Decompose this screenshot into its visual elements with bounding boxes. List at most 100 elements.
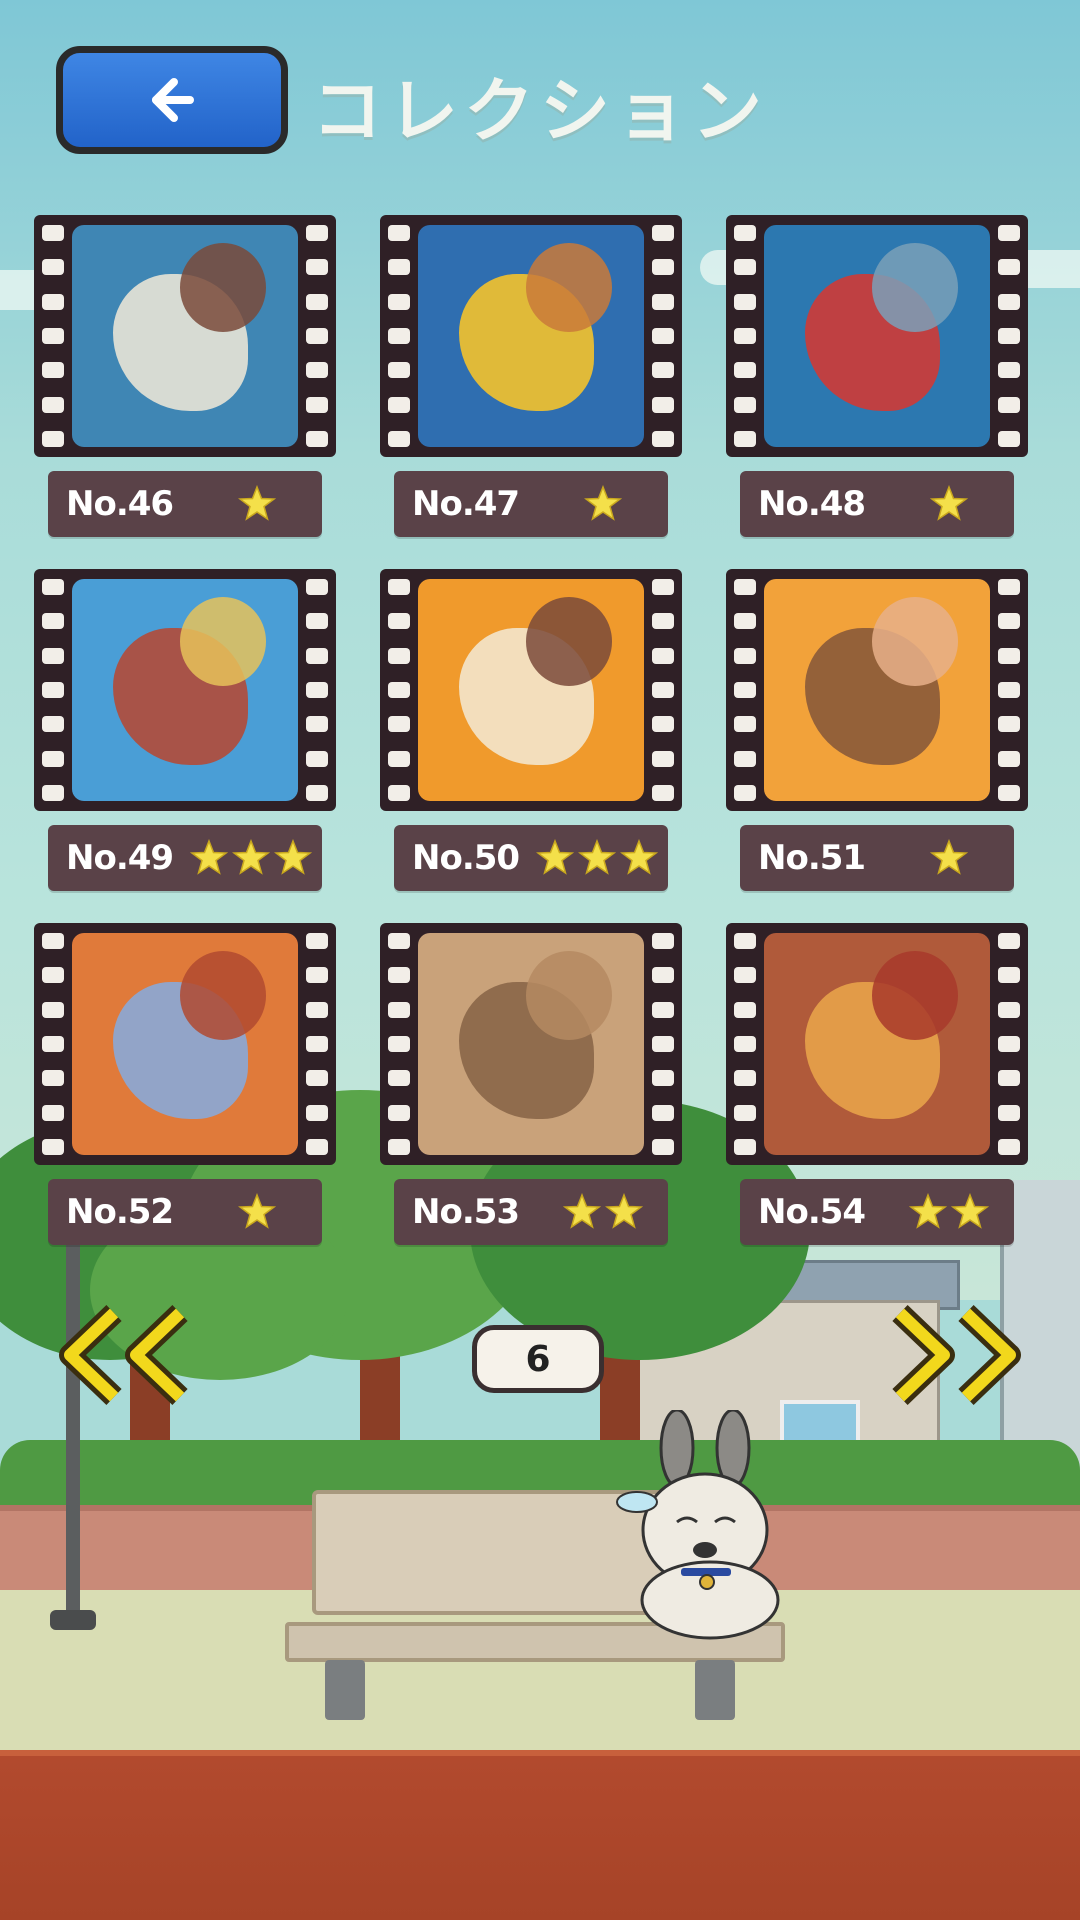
sprocket-hole [306, 784, 328, 801]
card-label: No.51 [740, 825, 1014, 891]
collection-card[interactable]: No.52 [34, 923, 336, 1245]
sprocket-hole [652, 293, 674, 310]
thumbnail-figure [180, 950, 267, 1040]
sprocket-hole [734, 750, 756, 767]
sprocket-hole [998, 225, 1020, 241]
sprocket-hole [388, 259, 410, 276]
sprocket-hole [734, 362, 756, 379]
sprocket-hole [652, 396, 674, 413]
thumbnail-figure [180, 596, 267, 686]
sprocket-hole [652, 613, 674, 630]
film-frame[interactable] [726, 215, 1028, 457]
sprocket-hole [652, 327, 674, 344]
sprocket-hole [734, 784, 756, 801]
card-number: No.50 [412, 838, 520, 878]
sprocket-hole [306, 396, 328, 413]
sprocket-hole [652, 1070, 674, 1087]
star-icon [578, 839, 616, 875]
star-icon [238, 485, 276, 521]
sprocket-hole [998, 1035, 1020, 1052]
sprocket-hole [652, 1001, 674, 1018]
sprocket-hole [306, 362, 328, 379]
sprocket-hole [388, 1001, 410, 1018]
sprocket-hole [42, 1070, 64, 1087]
sprocket-hole [652, 225, 674, 241]
sprocket-hole [388, 579, 410, 595]
thumbnail-figure [872, 242, 959, 332]
collection-card[interactable]: No.48 [726, 215, 1028, 537]
sprocket-hole [42, 613, 64, 630]
scene-thumbnail [72, 225, 298, 447]
scene-thumbnail [72, 579, 298, 801]
sprocket-hole [734, 967, 756, 984]
film-sprockets [388, 579, 410, 801]
sprocket-hole [388, 1070, 410, 1087]
sprocket-hole [306, 647, 328, 664]
sprocket-hole [998, 1104, 1020, 1121]
star-rating [894, 485, 1014, 523]
film-frame[interactable] [726, 569, 1028, 811]
star-icon [190, 839, 228, 875]
collection-card[interactable]: No.46 [34, 215, 336, 537]
collection-card[interactable]: No.51 [726, 569, 1028, 891]
sprocket-hole [388, 293, 410, 310]
sprocket-hole [652, 430, 674, 447]
sprocket-hole [998, 579, 1020, 595]
film-sprockets [652, 225, 674, 447]
thumbnail-figure [526, 242, 613, 332]
collection-card[interactable]: No.50 [380, 569, 682, 891]
collection-card[interactable]: No.54 [726, 923, 1028, 1245]
sprocket-hole [388, 225, 410, 241]
collection-card[interactable]: No.53 [380, 923, 682, 1245]
film-frame[interactable] [34, 215, 336, 457]
film-frame[interactable] [34, 569, 336, 811]
star-icon [620, 839, 658, 875]
sprocket-hole [388, 1104, 410, 1121]
sprocket-hole [42, 1035, 64, 1052]
sprocket-hole [734, 1035, 756, 1052]
sprocket-hole [388, 430, 410, 447]
film-frame[interactable] [726, 923, 1028, 1165]
red-floor [0, 1750, 1080, 1920]
card-number: No.47 [412, 484, 520, 524]
star-icon [274, 839, 312, 875]
sprocket-hole [388, 681, 410, 698]
film-frame[interactable] [380, 215, 682, 457]
film-frame[interactable] [380, 569, 682, 811]
arrow-left-icon [152, 78, 194, 122]
collection-card[interactable]: No.47 [380, 215, 682, 537]
film-sprockets [306, 933, 328, 1155]
sprocket-hole [42, 967, 64, 984]
sprocket-hole [306, 1104, 328, 1121]
sprocket-hole [42, 579, 64, 595]
film-sprockets [998, 225, 1020, 447]
scene-thumbnail [764, 579, 990, 801]
star-icon [930, 485, 968, 521]
sprocket-hole [652, 647, 674, 664]
previous-page-button[interactable] [52, 1305, 202, 1405]
sprocket-hole [998, 681, 1020, 698]
double-chevron-right-icon [892, 1305, 1021, 1405]
lamp-base [50, 1610, 96, 1630]
sprocket-hole [998, 327, 1020, 344]
star-icon [563, 1193, 601, 1229]
film-frame[interactable] [34, 923, 336, 1165]
double-chevron-left-icon [59, 1305, 188, 1405]
sprocket-hole [306, 1001, 328, 1018]
back-button[interactable] [56, 46, 288, 154]
card-label: No.49 [48, 825, 322, 891]
card-label: No.54 [740, 1179, 1014, 1245]
star-icon [951, 1193, 989, 1229]
sprocket-hole [998, 1138, 1020, 1155]
sprocket-hole [652, 362, 674, 379]
sprocket-hole [652, 1104, 674, 1121]
sprocket-hole [734, 259, 756, 276]
film-frame[interactable] [380, 923, 682, 1165]
sprocket-hole [652, 1138, 674, 1155]
page-title: コレクション [312, 69, 768, 152]
sprocket-hole [998, 967, 1020, 984]
star-icon [930, 839, 968, 875]
next-page-button[interactable] [878, 1305, 1028, 1405]
collection-card[interactable]: No.49 [34, 569, 336, 891]
sprocket-hole [42, 396, 64, 413]
